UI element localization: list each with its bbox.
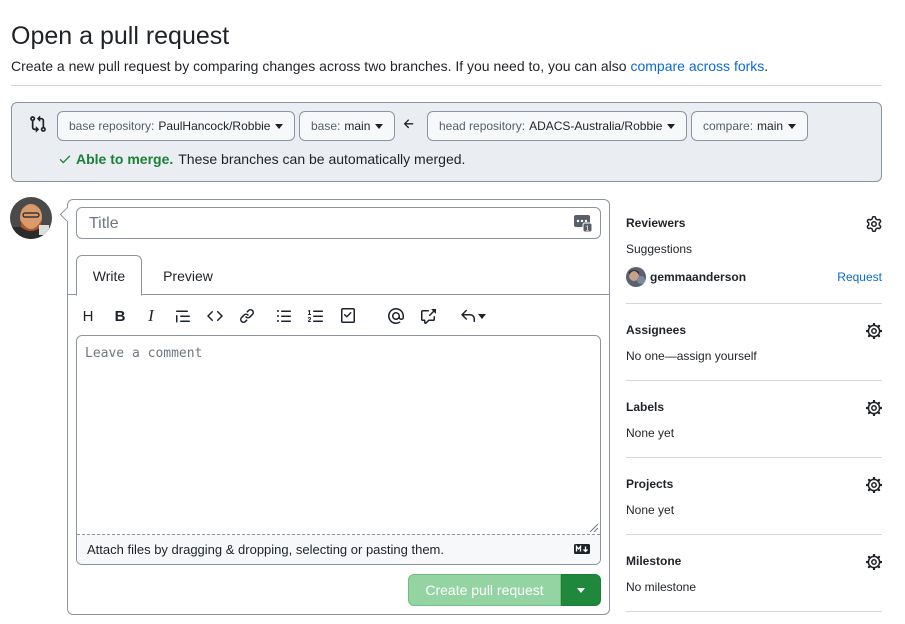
- arrow-left-icon: [403, 119, 414, 129]
- cross-reference-icon: [421, 309, 436, 324]
- head-repository-value: ADACS-Australia/Robbie: [529, 119, 663, 133]
- milestone-text: No milestone: [626, 580, 697, 594]
- reviewer-avatar: [626, 267, 646, 287]
- resize-handle-icon[interactable]: [590, 524, 598, 532]
- reviewer-avatar-icon: [626, 267, 646, 287]
- git-compare-icon: [30, 115, 46, 133]
- user-avatar-icon: [10, 197, 52, 239]
- list-ordered-icon: [308, 310, 323, 322]
- request-review-link[interactable]: Request: [837, 270, 882, 284]
- gear-icon[interactable]: [866, 323, 882, 339]
- gear-icon[interactable]: [866, 477, 882, 493]
- merge-status: Able to merge. These branches can be aut…: [58, 151, 465, 167]
- code-button[interactable]: [203, 304, 227, 328]
- chevron-down-icon: [478, 313, 486, 319]
- chevron-down-icon: [375, 123, 384, 129]
- checkbox-icon: [341, 308, 355, 323]
- reply-icon: [461, 309, 475, 322]
- quote-button[interactable]: [171, 304, 195, 328]
- unordered-list-button[interactable]: [272, 304, 296, 328]
- reviewers-heading[interactable]: Reviewers: [626, 216, 685, 230]
- suggested-reviewer[interactable]: gemmaanderson: [626, 267, 746, 287]
- head-repository-select[interactable]: head repository: ADACS-Australia/Robbie: [427, 111, 688, 141]
- sidebar: Reviewers Suggestions gemmaanderson Requ…: [626, 210, 882, 612]
- projects-text: None yet: [626, 503, 675, 517]
- pull-request-form: Title 1 Write Preview H B I Leave a comm…: [67, 199, 610, 615]
- head-repository-label: head repository:: [439, 119, 526, 133]
- merge-status-strong: Able to merge.: [76, 151, 174, 167]
- milestone-section: Milestone No milestone: [626, 535, 882, 612]
- chevron-down-icon: [275, 123, 284, 129]
- compare-branch-select[interactable]: compare: main: [691, 111, 809, 141]
- assignees-section: Assignees No one—assign yourself: [626, 304, 882, 381]
- suggested-reviewer-name: gemmaanderson: [650, 270, 747, 284]
- heading-button[interactable]: H: [76, 304, 100, 328]
- chevron-down-icon: [667, 123, 676, 129]
- subtitle-suffix: .: [764, 58, 769, 74]
- check-icon: [59, 155, 71, 164]
- base-branch-label: base:: [311, 119, 341, 133]
- comment-placeholder: Leave a comment: [85, 346, 203, 361]
- markdown-icon: [574, 544, 590, 554]
- labels-heading[interactable]: Labels: [626, 400, 664, 414]
- tab-preview[interactable]: Preview: [150, 255, 226, 296]
- page-subtitle: Create a new pull request by comparing c…: [11, 58, 768, 74]
- base-repository-select[interactable]: base repository: PaulHancock/Robbie: [57, 111, 296, 141]
- attach-files-text: Attach files by dragging & dropping, sel…: [87, 542, 444, 557]
- compare-branch-label: compare:: [703, 119, 754, 133]
- ordered-list-button[interactable]: [304, 304, 328, 328]
- mention-icon: [388, 308, 404, 324]
- page-title: Open a pull request: [11, 22, 230, 50]
- milestone-heading[interactable]: Milestone: [626, 554, 681, 568]
- merge-status-text: These branches can be automatically merg…: [178, 151, 466, 167]
- link-icon: [239, 308, 255, 324]
- avatar[interactable]: [10, 197, 52, 239]
- bold-button[interactable]: B: [108, 304, 132, 328]
- cross-reference-button[interactable]: [416, 304, 440, 328]
- markdown-toolbar: H B I: [76, 304, 601, 328]
- base-repository-value: PaulHancock/Robbie: [158, 119, 271, 133]
- tab-write[interactable]: Write: [76, 255, 142, 296]
- editor-tabs: Write Preview: [68, 255, 609, 296]
- assignees-text[interactable]: No one—assign yourself: [626, 349, 757, 363]
- base-branch-value: main: [344, 119, 371, 133]
- title-input[interactable]: Title: [76, 207, 601, 239]
- base-repository-label: base repository:: [69, 119, 155, 133]
- compare-across-forks-link[interactable]: compare across forks: [630, 58, 764, 74]
- code-icon: [207, 310, 223, 322]
- triangle-down-icon: [577, 587, 585, 593]
- italic-button[interactable]: I: [139, 304, 163, 328]
- create-options-dropdown[interactable]: [561, 574, 601, 606]
- chevron-down-icon: [788, 123, 797, 129]
- mention-button[interactable]: [384, 304, 408, 328]
- gear-icon[interactable]: [866, 400, 882, 416]
- gear-icon[interactable]: [866, 554, 882, 570]
- task-list-button[interactable]: [336, 304, 360, 328]
- gear-icon[interactable]: [866, 216, 882, 232]
- quote-icon: [176, 310, 190, 323]
- compare-branch-value: main: [757, 119, 784, 133]
- create-pull-request-group: Create pull request: [408, 574, 601, 606]
- svg-text:1: 1: [586, 226, 590, 233]
- create-pull-request-button[interactable]: Create pull request: [408, 574, 561, 606]
- divider: [11, 85, 882, 86]
- list-unordered-icon: [277, 310, 291, 322]
- assignees-heading[interactable]: Assignees: [626, 323, 686, 337]
- saved-replies-icon[interactable]: 1: [574, 214, 592, 232]
- labels-section: Labels None yet: [626, 381, 882, 458]
- labels-text: None yet: [626, 426, 675, 440]
- compare-range-box: base repository: PaulHancock/Robbie base:…: [11, 102, 882, 182]
- attach-files-bar[interactable]: Attach files by dragging & dropping, sel…: [77, 534, 600, 564]
- suggestions-label: Suggestions: [626, 242, 693, 256]
- subtitle-text: Create a new pull request by comparing c…: [11, 58, 631, 74]
- link-button[interactable]: [235, 304, 259, 328]
- reply-button[interactable]: [456, 304, 490, 328]
- projects-section: Projects None yet: [626, 458, 882, 535]
- projects-heading[interactable]: Projects: [626, 477, 673, 491]
- reviewers-section: Reviewers Suggestions gemmaanderson Requ…: [626, 210, 882, 304]
- comment-textarea[interactable]: Leave a comment Attach files by dragging…: [76, 335, 601, 565]
- base-branch-select[interactable]: base: main: [299, 111, 396, 141]
